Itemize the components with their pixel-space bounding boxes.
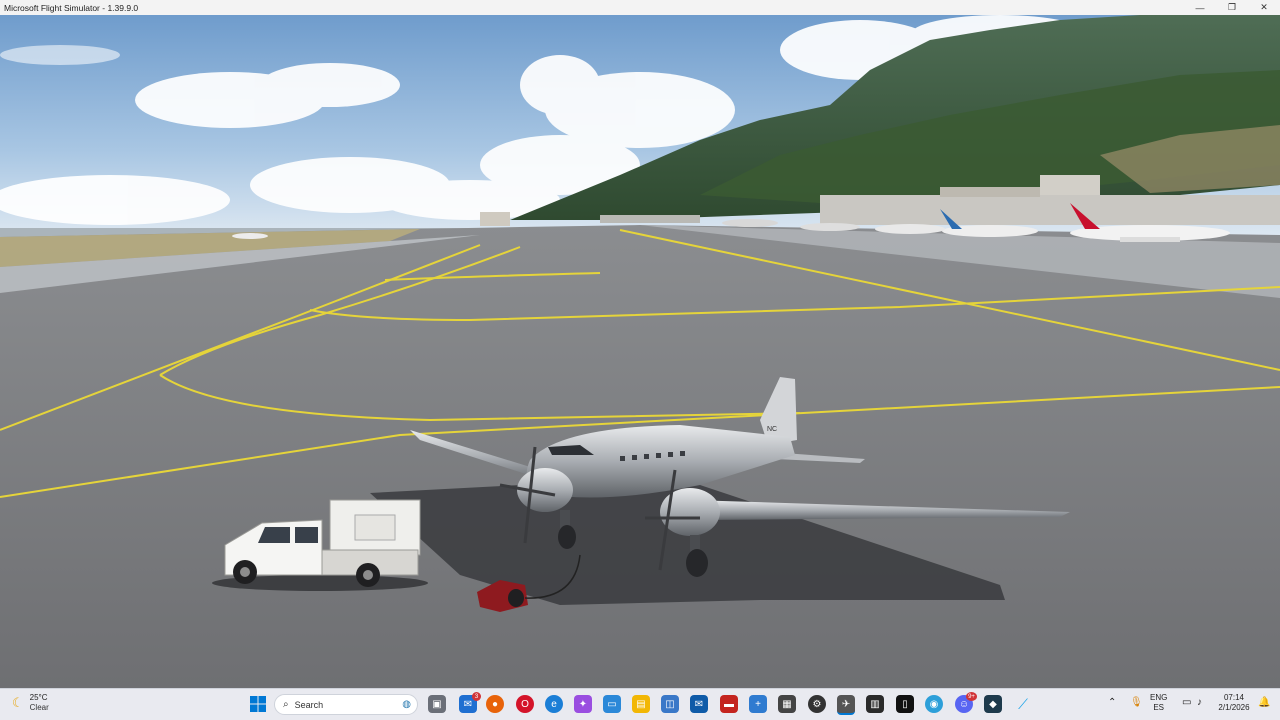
weather-widget[interactable]: ☾ 25°C Clear: [12, 693, 49, 713]
start-button[interactable]: [249, 695, 267, 713]
snip-tool-icon[interactable]: +: [749, 695, 767, 713]
monitor-app-icon[interactable]: ▭: [603, 695, 621, 713]
volume-icon[interactable]: ♪: [1197, 698, 1202, 708]
discord-badge: 9+: [966, 692, 977, 701]
weather-temp: 25°C: [29, 693, 48, 702]
file-explorer-icon[interactable]: ▤: [632, 695, 650, 713]
keyboard-layout: ES: [1153, 703, 1164, 712]
firefox-icon[interactable]: ●: [486, 695, 504, 713]
microphone-icon[interactable]: 🎙: [1130, 698, 1143, 708]
calendar-app-icon[interactable]: ▥: [866, 695, 884, 713]
discord-icon[interactable]: ☺ 9+: [955, 692, 977, 713]
terminal-icon[interactable]: ▦: [778, 695, 796, 713]
window-titlebar: Microsoft Flight Simulator - 1.39.9.0 — …: [0, 0, 1280, 16]
taskbar-search[interactable]: ⌕ Search ◍: [274, 694, 418, 715]
window-title: Microsoft Flight Simulator - 1.39.9.0: [4, 2, 139, 13]
chevron-up-icon[interactable]: ⌃: [1108, 698, 1116, 708]
red-app-icon[interactable]: ▬: [720, 695, 738, 713]
mail-app-icon[interactable]: ✉ 3: [459, 692, 481, 713]
close-button[interactable]: ✕: [1248, 0, 1280, 15]
mail-badge: 3: [472, 692, 481, 701]
phone-link-icon[interactable]: ▯: [896, 695, 914, 713]
simulator-viewport[interactable]: NC: [0, 15, 1280, 688]
copilot-icon[interactable]: ✦: [574, 695, 592, 713]
store-icon[interactable]: ◫: [661, 695, 679, 713]
blue-slash-app-icon[interactable]: ⟋: [1014, 695, 1032, 713]
task-view-icon[interactable]: ▣: [428, 695, 446, 713]
opera-icon[interactable]: O: [516, 695, 534, 713]
language-code: ENG: [1150, 693, 1168, 702]
edge-icon[interactable]: e: [545, 695, 563, 713]
clock[interactable]: 07:14 2/1/2026: [1214, 693, 1254, 713]
notification-bell-icon[interactable]: 🔔: [1258, 698, 1270, 708]
airport-scene: NC: [0, 15, 1280, 688]
minimize-button[interactable]: —: [1184, 0, 1216, 15]
aircraft-registration: NC: [767, 426, 777, 433]
moon-icon: ☾: [12, 695, 24, 710]
globe-app-icon[interactable]: ◉: [925, 695, 943, 713]
flight-simulator-taskbar-icon[interactable]: ✈: [837, 695, 855, 715]
clock-time: 07:14: [1223, 693, 1245, 702]
settings-app-icon[interactable]: ⚙: [808, 695, 826, 713]
maximize-button[interactable]: ❐: [1216, 0, 1248, 15]
network-icon[interactable]: ▭: [1182, 698, 1191, 708]
language-indicator[interactable]: ENG ES: [1150, 693, 1167, 713]
outlook-icon[interactable]: ✉: [690, 695, 708, 713]
search-highlight-icon: ◍: [402, 699, 411, 710]
clock-date: 2/1/2026: [1218, 703, 1250, 712]
game-app-icon[interactable]: ◆: [984, 695, 1002, 713]
windows-logo-icon: [250, 696, 266, 712]
search-icon: ⌕: [283, 699, 289, 710]
windows-taskbar: ☾ 25°C Clear ⌕ Search ◍ ▣ ✉ 3 ● O e ✦ ▭ ▤…: [0, 688, 1280, 720]
search-label: Search: [294, 699, 324, 710]
weather-condition: Clear: [29, 703, 49, 712]
